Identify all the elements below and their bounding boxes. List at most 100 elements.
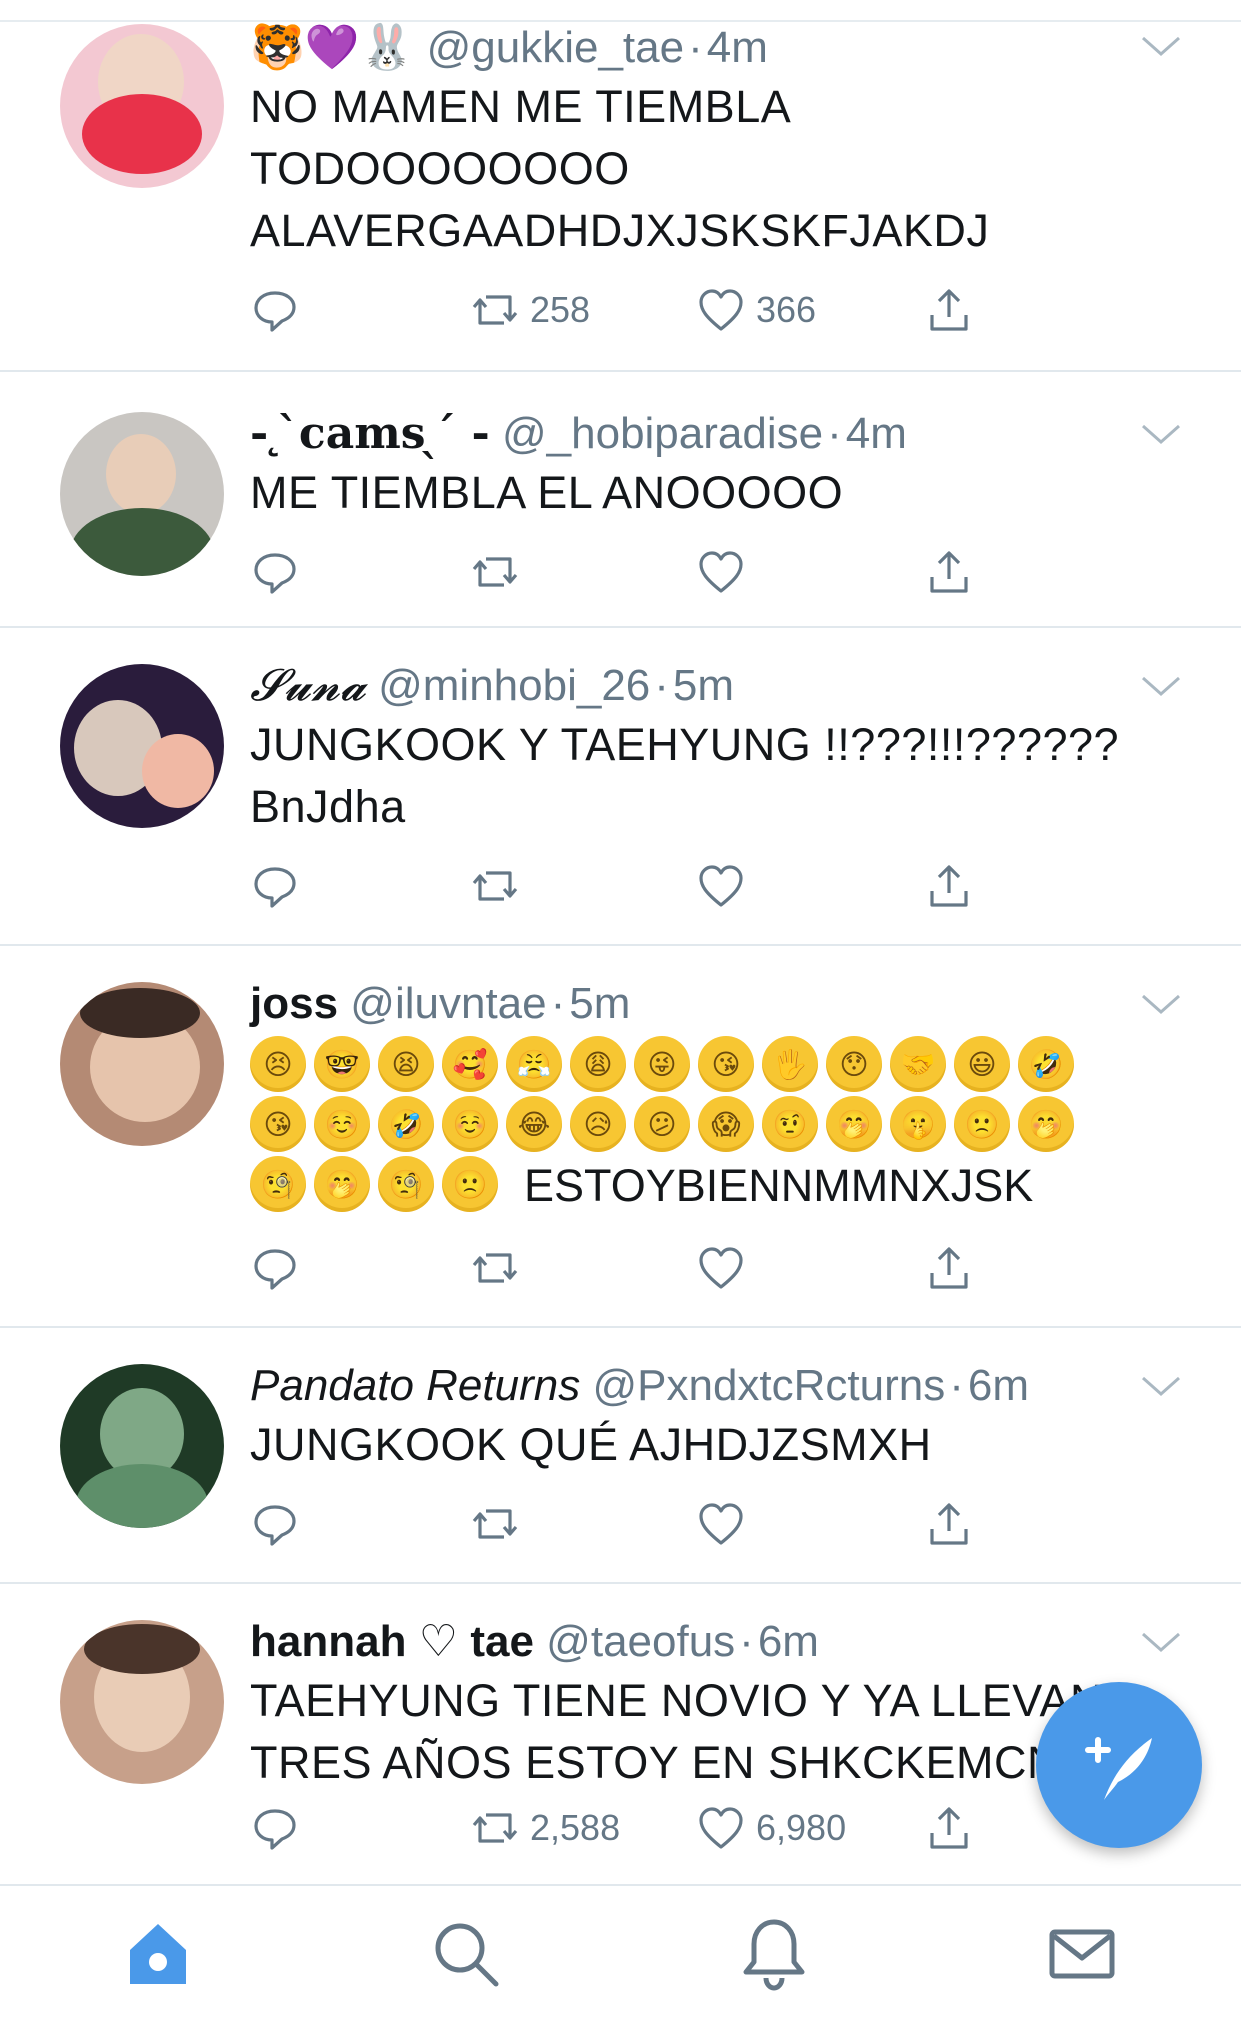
share-button[interactable] — [924, 1238, 974, 1298]
chevron-down-icon[interactable] — [1139, 670, 1183, 700]
reply-button[interactable] — [250, 856, 300, 916]
compose-tweet-button[interactable] — [1036, 1682, 1202, 1848]
timeline[interactable]: 🐯💜🐰 @gukkie_tae·4m NO MAMEN ME TIEMBLA T… — [0, 20, 1241, 1886]
tweet-header: 🐯💜🐰 @gukkie_tae·4m — [250, 23, 768, 72]
reply-icon — [254, 867, 296, 908]
reply-button[interactable] — [250, 542, 300, 602]
emoji: 🙁 — [442, 1156, 498, 1212]
share-button[interactable] — [924, 1494, 974, 1554]
timestamp[interactable]: 4m — [707, 23, 768, 72]
retweet-icon — [472, 1813, 518, 1843]
timestamp[interactable]: 6m — [968, 1361, 1029, 1410]
chevron-down-icon[interactable] — [1139, 1370, 1183, 1400]
avatar[interactable] — [60, 664, 224, 828]
handle[interactable]: @taeofus — [546, 1617, 735, 1666]
tweet[interactable]: - ̨ ̀cams ̖ ́ - @_hobiparadise·4m ME TIE… — [0, 372, 1241, 628]
heart-icon — [699, 551, 743, 593]
share-icon — [930, 1503, 968, 1545]
chevron-down-icon[interactable] — [1139, 1626, 1183, 1656]
messages-icon[interactable] — [1042, 1914, 1122, 1994]
retweet-button[interactable]: 2,588 — [470, 1798, 620, 1858]
retweet-icon — [472, 295, 518, 325]
emoji: 🙁 — [954, 1096, 1010, 1152]
tweet[interactable]: joss @iluvntae·5m 😣 🤓 😫 🥰 😤 😩 😜 😘 🖐 😯 🤝 😃 🤣 😘 ☺️ 🤣 ☺️ 😂 😥… — [0, 946, 1241, 1328]
emoji: 😘 — [698, 1036, 754, 1092]
display-name[interactable]: hannah ♡ tae — [250, 1617, 534, 1666]
tweet-text-line: TAEHYUNG TIENE NOVIO Y YA LLEVAN — [250, 1675, 1103, 1726]
timestamp[interactable]: 5m — [569, 979, 630, 1028]
timestamp[interactable]: 6m — [758, 1617, 819, 1666]
emoji: 🤫 — [890, 1096, 946, 1152]
top-edge — [0, 0, 1241, 22]
chevron-down-icon[interactable] — [1139, 418, 1183, 448]
tweet-text-line: ALAVERGAADHDJXJSKSKFJAKDJ — [250, 205, 990, 256]
retweet-button[interactable] — [470, 542, 520, 602]
reply-icon — [254, 1809, 296, 1850]
share-icon — [930, 551, 968, 593]
handle[interactable]: @_hobiparadise — [502, 409, 823, 458]
home-icon[interactable] — [118, 1914, 198, 1994]
emoji: 🤭 — [826, 1096, 882, 1152]
handle[interactable]: @gukkie_tae — [427, 23, 685, 72]
timestamp[interactable]: 5m — [673, 661, 734, 710]
avatar[interactable] — [60, 24, 224, 188]
like-button[interactable]: 366 — [696, 280, 816, 340]
share-button[interactable] — [924, 542, 974, 602]
display-name[interactable]: - ̨ ̀cams ̖ ́ - — [250, 408, 490, 459]
tweet-text-line: NO MAMEN ME TIEMBLA — [250, 81, 792, 132]
search-icon[interactable] — [426, 1914, 506, 1994]
display-name[interactable]: Pandato Returns — [250, 1361, 580, 1410]
avatar[interactable] — [60, 1364, 224, 1528]
tweet[interactable]: 🐯💜🐰 @gukkie_tae·4m NO MAMEN ME TIEMBLA T… — [0, 20, 1241, 372]
emoji: 😂 — [506, 1096, 562, 1152]
reply-button[interactable] — [250, 1238, 300, 1298]
retweet-button[interactable] — [470, 1494, 520, 1554]
notifications-icon[interactable] — [734, 1914, 814, 1994]
emoji: 😜 — [634, 1036, 690, 1092]
like-button[interactable]: 6,980 — [696, 1798, 846, 1858]
reply-icon — [254, 1505, 296, 1546]
share-icon — [930, 289, 968, 331]
handle[interactable]: @iluvntae — [350, 979, 546, 1028]
share-button[interactable] — [924, 856, 974, 916]
chevron-down-icon[interactable] — [1139, 988, 1183, 1018]
emoji: 🤭 — [1018, 1096, 1074, 1152]
share-button[interactable] — [924, 1798, 974, 1858]
reply-icon — [254, 553, 296, 594]
emoji: 😩 — [570, 1036, 626, 1092]
avatar[interactable] — [60, 982, 224, 1146]
retweet-icon — [472, 871, 518, 901]
emoji: 🤝 — [890, 1036, 946, 1092]
reply-button[interactable] — [250, 1494, 300, 1554]
avatar[interactable] — [60, 1620, 224, 1784]
chevron-down-icon[interactable] — [1139, 30, 1183, 60]
like-button[interactable] — [696, 856, 746, 916]
tweet-text: NO MAMEN ME TIEMBLA TODOOOOOOOO ALAVERGA… — [250, 76, 1131, 262]
emoji: 😃 — [954, 1036, 1010, 1092]
reply-button[interactable] — [250, 1798, 300, 1858]
emoji: 🧐 — [250, 1156, 306, 1212]
share-button[interactable] — [924, 280, 974, 340]
emoji: 🥰 — [442, 1036, 498, 1092]
reply-button[interactable] — [250, 280, 300, 340]
retweet-button[interactable]: 258 — [470, 280, 590, 340]
share-icon — [930, 865, 968, 907]
tweet[interactable]: 𝓢𝓾𝓷𝓪 @minhobi_26·5m JUNGKOOK Y TAEHYUNG … — [0, 628, 1241, 946]
emoji: 😕 — [634, 1096, 690, 1152]
like-button[interactable] — [696, 542, 746, 602]
tweet-text: JUNGKOOK Y TAEHYUNG !!???!!!?????? BnJdh… — [250, 714, 1131, 838]
retweet-button[interactable] — [470, 856, 520, 916]
handle[interactable]: @PxndxtcRcturns — [592, 1361, 945, 1410]
handle[interactable]: @minhobi_26 — [378, 661, 650, 710]
display-name[interactable]: 🐯💜🐰 — [250, 23, 414, 72]
like-button[interactable] — [696, 1238, 746, 1298]
tweet-header: Pandato Returns @PxndxtcRcturns·6m — [250, 1361, 1030, 1410]
display-name[interactable]: joss — [250, 979, 338, 1028]
like-button[interactable] — [696, 1494, 746, 1554]
avatar[interactable] — [60, 412, 224, 576]
tweet[interactable]: Pandato Returns @PxndxtcRcturns·6m JUNGK… — [0, 1328, 1241, 1584]
display-name[interactable]: 𝓢𝓾𝓷𝓪 — [250, 660, 366, 711]
timestamp[interactable]: 4m — [846, 409, 907, 458]
emoji: 🧐 — [378, 1156, 434, 1212]
retweet-button[interactable] — [470, 1238, 520, 1298]
